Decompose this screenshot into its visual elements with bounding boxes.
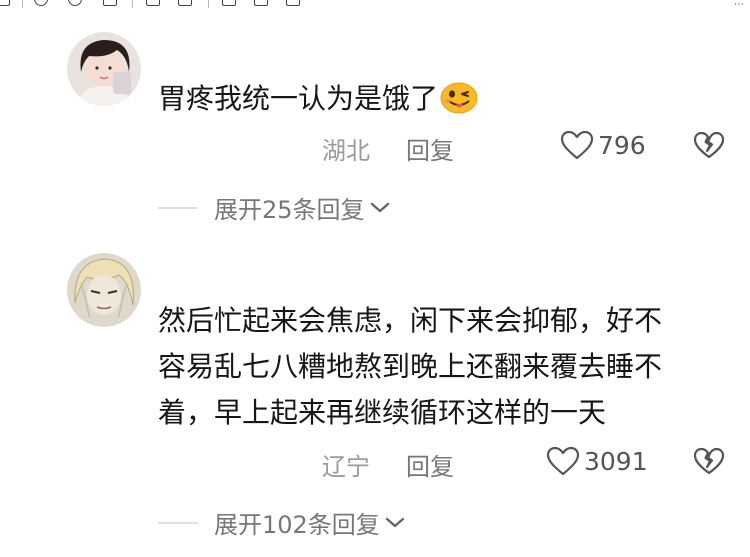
chevron-down-icon xyxy=(370,202,389,212)
edit-icon[interactable] xyxy=(0,0,10,6)
avatar[interactable] xyxy=(67,253,141,327)
share-icon[interactable] xyxy=(178,0,192,6)
copy-icon[interactable] xyxy=(222,0,236,6)
expand-replies-button[interactable]: 展开102条回复 xyxy=(158,505,406,540)
divider-line xyxy=(158,521,198,524)
comment-location: 湖北 xyxy=(322,137,370,165)
like-button[interactable]: 3091 xyxy=(546,446,648,476)
comment-text-line: 然后忙起来会焦虑，闲下来会抑郁，好不 xyxy=(158,304,663,337)
chevron-down-icon xyxy=(385,517,405,527)
broken-heart-icon xyxy=(693,131,725,159)
more-options-icon[interactable]: ⋯ xyxy=(734,0,744,10)
comment-location: 辽宁 xyxy=(322,453,370,481)
comment-text-line: 容易乱七八糟地熬到晚上还翻来覆去睡不 xyxy=(158,350,663,383)
scissors-icon[interactable] xyxy=(254,0,268,6)
avatar[interactable] xyxy=(67,32,141,106)
wink-tongue-emoji-icon xyxy=(440,82,478,128)
like-count: 796 xyxy=(598,130,646,160)
fit-window-icon[interactable] xyxy=(103,0,117,6)
comment-text: 然后忙起来会焦虑，闲下来会抑郁，好不 容易乱七八糟地熬到晚上还翻来覆去睡不 着，… xyxy=(158,298,662,436)
expand-replies-button[interactable]: 展开25条回复 xyxy=(158,190,391,225)
comment-text: 胃疼我统一认为是饿了 xyxy=(158,76,478,128)
comment-text-line: 着，早上起来再继续循环这样的一天 xyxy=(158,396,607,429)
comment-text-content: 胃疼我统一认为是饿了 xyxy=(158,82,439,115)
like-count: 3091 xyxy=(584,446,648,476)
zoom-out-icon[interactable] xyxy=(68,0,82,6)
expand-replies-label: 展开25条回复 xyxy=(214,196,365,224)
expand-replies-label: 展开102条回复 xyxy=(214,511,380,539)
download-icon[interactable] xyxy=(286,0,300,6)
toolbar-divider xyxy=(22,0,23,8)
zoom-in-icon[interactable] xyxy=(34,0,48,6)
reply-button[interactable]: 回复 xyxy=(406,447,454,482)
toolbar-divider xyxy=(208,0,209,8)
crop-icon[interactable] xyxy=(146,0,160,6)
broken-heart-icon xyxy=(693,447,725,475)
dislike-button[interactable] xyxy=(693,447,725,479)
divider-line xyxy=(158,206,198,209)
dislike-button[interactable] xyxy=(693,131,725,163)
heart-outline-icon xyxy=(546,446,580,476)
toolbar-divider xyxy=(132,0,133,8)
heart-outline-icon xyxy=(560,130,594,160)
viewer-toolbar: ⋯ xyxy=(0,0,750,10)
reply-button[interactable]: 回复 xyxy=(406,131,454,166)
like-button[interactable]: 796 xyxy=(560,130,646,160)
